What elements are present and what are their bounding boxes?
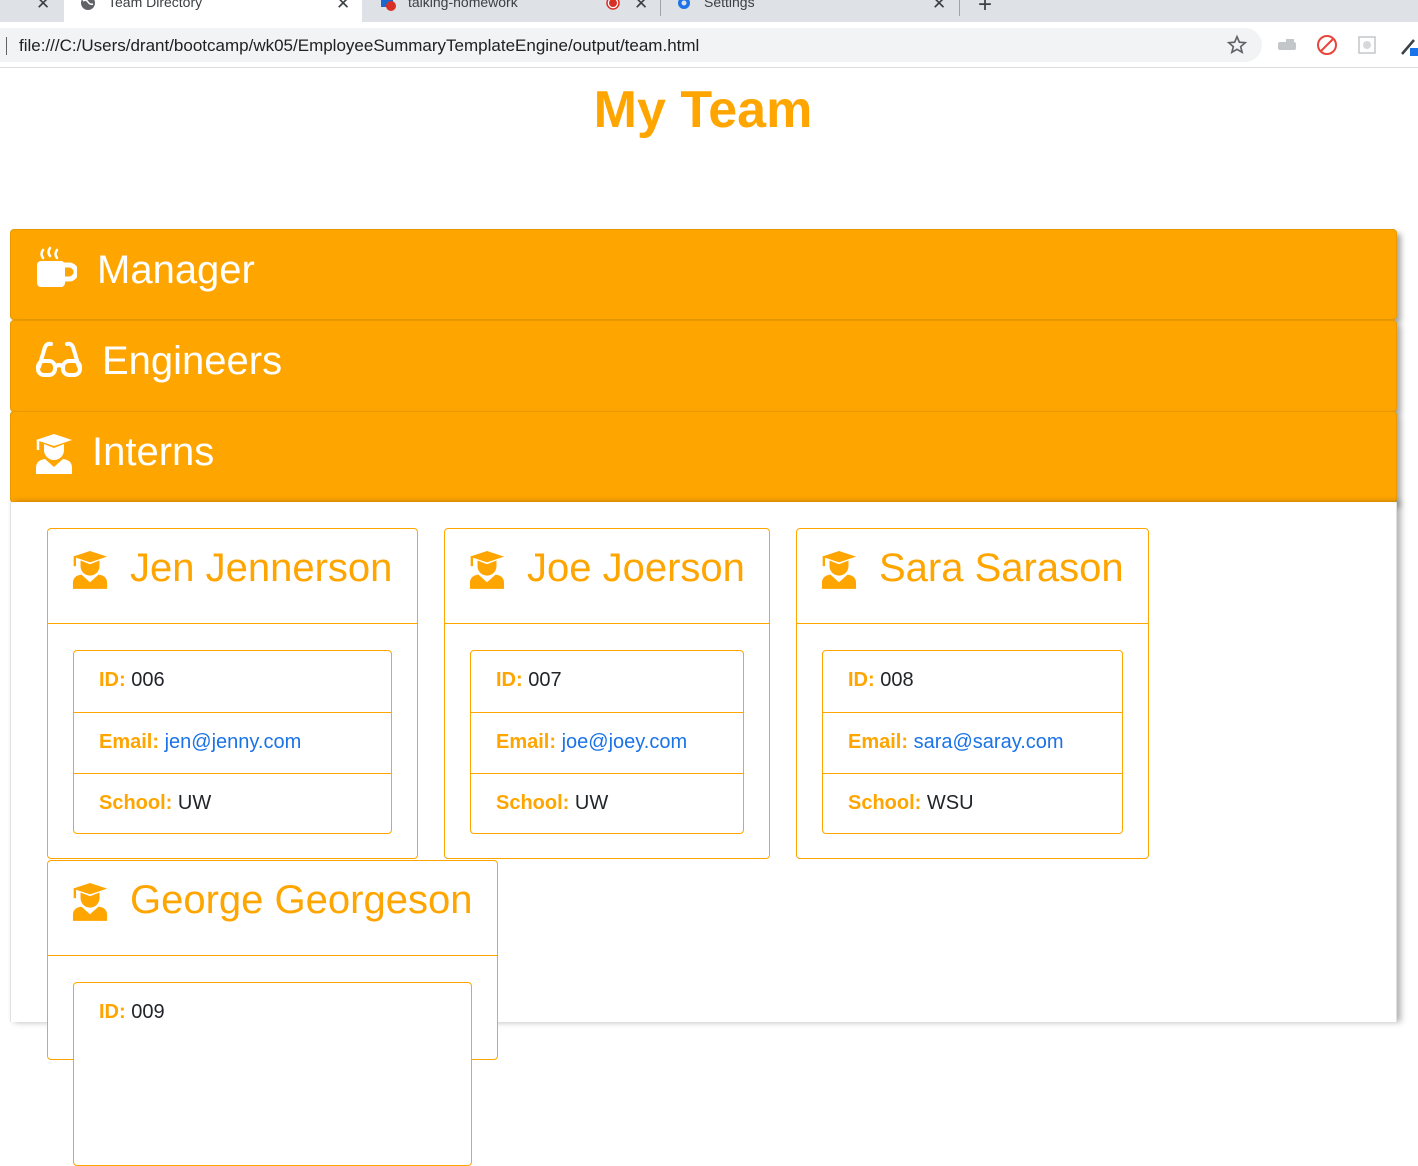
card-header: Jen Jennerson — [48, 529, 417, 624]
tab-separator — [959, 0, 960, 16]
intern-name: Jen Jennerson — [130, 546, 393, 590]
close-tab-icon[interactable]: ✕ — [634, 0, 648, 14]
id-label: ID: — [99, 1001, 126, 1023]
section-title: Engineers — [102, 339, 283, 383]
close-tab-icon[interactable]: ✕ — [36, 0, 50, 14]
glasses-icon — [36, 341, 82, 377]
email-label: Email: — [496, 731, 557, 753]
recording-icon — [606, 0, 620, 10]
id-row: ID: 007 — [471, 651, 743, 712]
gear-icon — [678, 0, 690, 9]
graduate-icon — [72, 883, 108, 921]
info-list: ID: 008 Email: sara@saray.com School: WS… — [822, 650, 1123, 834]
page-title: My Team — [593, 81, 813, 139]
graduate-icon — [469, 551, 505, 589]
school-value: WSU — [926, 792, 974, 814]
intern-card: Joe Joerson ID: 007 Email: joe@joey.com … — [444, 528, 770, 859]
eyedropper-icon[interactable] — [1398, 34, 1418, 56]
id-value: 009 — [131, 1001, 165, 1023]
id-value: 007 — [528, 669, 562, 691]
email-row: Email: jen@jenny.com — [74, 712, 391, 773]
coffee-icon — [37, 246, 77, 287]
school-label: School: — [99, 792, 173, 814]
text-caret — [6, 37, 7, 55]
info-list: ID: 009 — [73, 982, 472, 1166]
email-label: Email: — [99, 731, 160, 753]
email-link[interactable]: jen@jenny.com — [165, 731, 302, 753]
tab-talking-homework[interactable]: talking-homework ✕ — [366, 0, 658, 22]
section-title: Interns — [92, 430, 215, 474]
card-header: Sara Sarason — [797, 529, 1148, 624]
interns-section-body: Jen Jennerson ID: 006 Email: jen@jenny.c… — [10, 502, 1397, 1166]
new-tab-button[interactable]: + — [978, 0, 992, 19]
tab-title: talking-homework — [408, 0, 518, 10]
info-list: ID: 006 Email: jen@jenny.com School: UW — [73, 650, 392, 834]
email-notification-icon — [381, 0, 396, 11]
section-title: Manager — [97, 248, 255, 292]
tab-strip: ✕ Team Directory ✕ talking-homework ✕ Se… — [0, 0, 1418, 22]
email-row: Email: sara@saray.com — [823, 712, 1122, 773]
intern-name: Sara Sarason — [879, 546, 1124, 590]
tab-title: Settings — [704, 0, 755, 10]
browser-toolbar: file:///C:/Users/drant/bootcamp/wk05/Emp… — [0, 22, 1418, 68]
id-row: ID: 008 — [823, 651, 1122, 712]
manager-section-header[interactable]: Manager — [10, 229, 1397, 320]
tab-team-directory[interactable]: Team Directory ✕ — [64, 0, 362, 22]
email-label: Email: — [848, 731, 909, 753]
school-value: UW — [177, 792, 212, 814]
bookmark-star-icon[interactable] — [1226, 34, 1248, 56]
id-row: ID: 009 — [74, 983, 471, 1044]
graduate-icon — [36, 434, 72, 474]
intern-card: Sara Sarason ID: 008 Email: sara@saray.c… — [796, 528, 1149, 859]
id-label: ID: — [99, 669, 126, 691]
address-bar[interactable]: file:///C:/Users/drant/bootcamp/wk05/Emp… — [0, 28, 1262, 62]
extension-icon[interactable] — [1276, 34, 1298, 56]
school-row: School: UW — [74, 773, 391, 834]
tab-title: Team Directory — [108, 0, 203, 10]
id-value: 006 — [131, 669, 165, 691]
engineers-section-header[interactable]: Engineers — [10, 320, 1397, 412]
id-row: ID: 006 — [74, 651, 391, 712]
school-value: UW — [574, 792, 609, 814]
intern-card: Jen Jennerson ID: 006 Email: jen@jenny.c… — [47, 528, 418, 859]
email-row: Email: joe@joey.com — [471, 712, 743, 773]
id-label: ID: — [848, 669, 875, 691]
blocker-extension-icon[interactable] — [1316, 34, 1338, 56]
globe-icon — [81, 0, 95, 10]
email-link[interactable]: sara@saray.com — [914, 731, 1064, 753]
intern-name: Joe Joerson — [527, 546, 745, 590]
intern-name: George Georgeson — [130, 878, 473, 922]
graduate-icon — [72, 551, 108, 589]
interns-section-header[interactable]: Interns — [10, 411, 1397, 503]
school-row: School: UW — [471, 773, 743, 834]
close-tab-icon[interactable]: ✕ — [336, 0, 350, 14]
school-label: School: — [496, 792, 570, 814]
id-label: ID: — [496, 669, 523, 691]
email-link[interactable]: joe@joey.com — [562, 731, 688, 753]
card-header: Joe Joerson — [445, 529, 769, 624]
close-tab-icon[interactable]: ✕ — [932, 0, 946, 14]
school-row: School: WSU — [823, 773, 1122, 834]
card-header: George Georgeson — [48, 861, 497, 956]
info-list: ID: 007 Email: joe@joey.com School: UW — [470, 650, 744, 834]
tab-separator — [660, 0, 661, 16]
id-value: 008 — [880, 669, 914, 691]
graduate-icon — [821, 551, 857, 589]
tab-settings[interactable]: Settings ✕ — [664, 0, 956, 22]
puzzle-extension-icon[interactable] — [1356, 34, 1378, 56]
school-label: School: — [848, 792, 922, 814]
intern-card: George Georgeson ID: 009 — [47, 860, 498, 1166]
url-text[interactable]: file:///C:/Users/drant/bootcamp/wk05/Emp… — [19, 36, 699, 56]
